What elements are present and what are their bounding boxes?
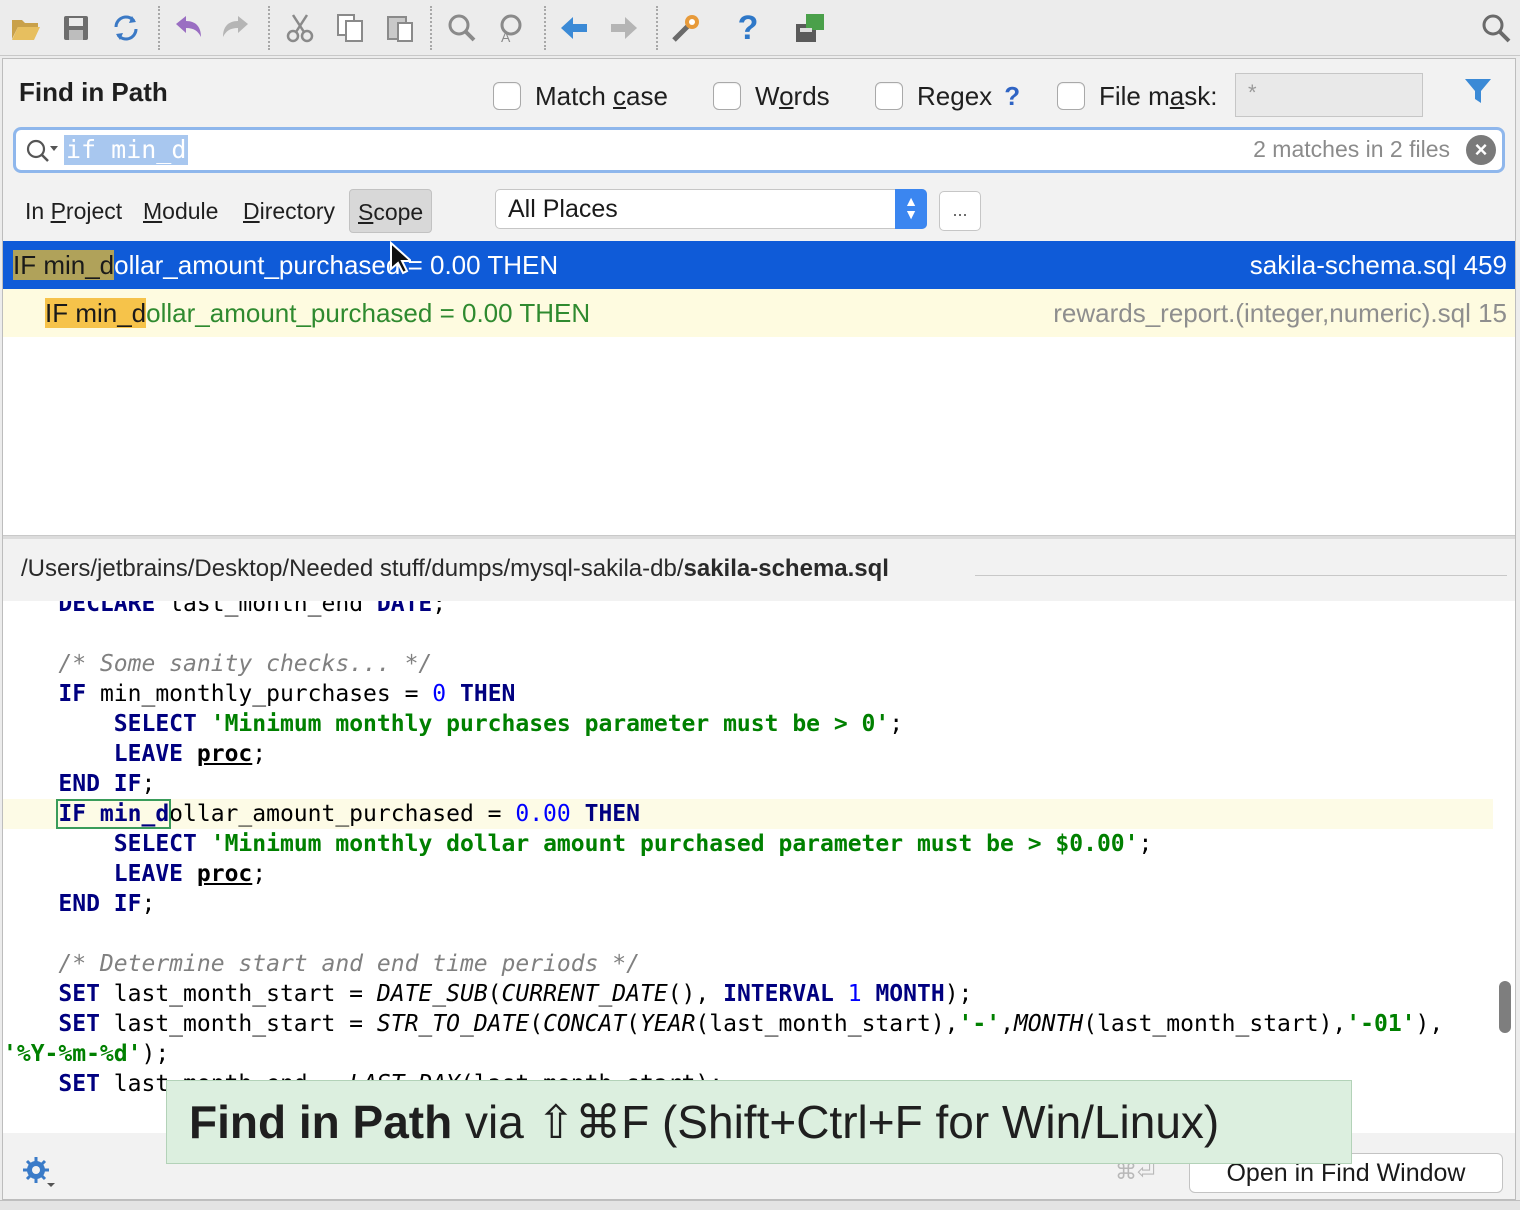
search-input[interactable]: if min_d	[64, 135, 189, 165]
status-bar	[0, 1200, 1520, 1210]
sync-icon[interactable]	[106, 8, 146, 48]
scope-directory[interactable]: Directory	[235, 189, 343, 233]
scrollbar-thumb[interactable]	[1499, 981, 1511, 1033]
code-line-current: IF min_dollar_amount_purchased = 0.00 TH…	[3, 799, 1493, 829]
code-line: LEAVE proc;	[113, 741, 267, 767]
result-row[interactable]: IF min_dollar_amount_purchased = 0.00 TH…	[3, 289, 1515, 337]
scope-select-value: All Places	[508, 195, 618, 223]
search-field[interactable]: if min_d 2 matches in 2 files ×	[13, 127, 1505, 173]
undo-icon[interactable]	[168, 8, 208, 48]
checkbox-box[interactable]	[875, 82, 903, 110]
copy-icon[interactable]	[330, 8, 370, 48]
help-icon[interactable]: ?	[728, 8, 768, 48]
checkbox-box[interactable]	[1057, 82, 1085, 110]
code-line: IF min_monthly_purchases = 0 THEN	[58, 681, 516, 707]
splitter[interactable]	[3, 535, 1515, 539]
find-icon[interactable]	[442, 8, 482, 48]
select-arrows-icon: ▲ ▼	[895, 189, 927, 229]
scope-in-project[interactable]: In Project	[17, 189, 130, 233]
back-icon[interactable]	[554, 8, 594, 48]
file-mask-label: File mask:	[1099, 80, 1218, 111]
code-line: SET last_month_start = DATE_SUB(CURRENT_…	[58, 981, 973, 1007]
code-line: SET last_month_start = STR_TO_DATE(CONCA…	[58, 1011, 1444, 1037]
checkbox-box[interactable]	[713, 82, 741, 110]
checkbox-box[interactable]	[493, 82, 521, 110]
file-mask-input[interactable]: *	[1235, 73, 1423, 117]
settings-tools-icon[interactable]	[666, 8, 706, 48]
divider	[975, 575, 1507, 576]
result-row[interactable]: IF min_dollar_amount_purchased = 0.00 TH…	[3, 240, 1515, 290]
filter-icon[interactable]	[1463, 77, 1493, 110]
database-console-icon[interactable]	[790, 8, 830, 48]
open-folder-icon[interactable]	[6, 8, 46, 48]
scope-module[interactable]: Module	[135, 189, 226, 233]
result-text: IF min_dollar_amount_purchased = 0.00 TH…	[45, 298, 591, 328]
code-line: SELECT 'Minimum monthly purchases parame…	[113, 711, 904, 737]
regex-help-icon[interactable]: ?	[1004, 81, 1020, 112]
svg-text:A: A	[501, 29, 511, 43]
match-highlight: IF min_d	[56, 799, 172, 829]
paste-icon[interactable]	[380, 8, 420, 48]
regex-label: Regex	[917, 80, 993, 111]
result-text: IF min_dollar_amount_purchased = 0.00 TH…	[13, 250, 559, 280]
redo-icon[interactable]	[216, 8, 256, 48]
result-file: sakila-schema.sql 459	[1249, 250, 1507, 280]
cut-icon[interactable]	[280, 8, 320, 48]
forward-icon[interactable]	[604, 8, 644, 48]
words-label: Words	[755, 80, 830, 111]
words-checkbox[interactable]: Words	[713, 79, 830, 113]
results-list: IF min_dollar_amount_purchased = 0.00 TH…	[3, 240, 1515, 535]
code-line: '%Y-%m-%d');	[3, 1041, 170, 1067]
match-case-checkbox[interactable]: Match case	[493, 79, 668, 113]
match-case-label: Match case	[535, 80, 668, 111]
scope-scope[interactable]: Scope	[349, 189, 433, 233]
code-line: SELECT 'Minimum monthly dollar amount pu…	[113, 831, 1153, 857]
mouse-cursor-icon	[389, 240, 414, 290]
search-everywhere-icon[interactable]	[1476, 8, 1516, 48]
match-count: 2 matches in 2 files	[1253, 136, 1450, 162]
tip-banner: Find in Path via ⇧⌘F (Shift+Ctrl+F for W…	[166, 1080, 1352, 1164]
gear-icon[interactable]	[21, 1155, 55, 1194]
code-line: LEAVE proc;	[113, 861, 267, 887]
code-line: DECLARE last_month_end DATE;	[58, 601, 447, 617]
regex-checkbox[interactable]: Regex ?	[875, 79, 1020, 113]
code-line: END IF;	[58, 771, 156, 797]
main-toolbar: A ?	[0, 0, 1520, 56]
code-line: /* Determine start and end time periods …	[58, 951, 640, 977]
more-button[interactable]: ...	[939, 191, 981, 231]
code-line: /* Some sanity checks... */	[58, 651, 433, 677]
code-line: END IF;	[58, 891, 156, 917]
result-file: rewards_report.(integer,numeric).sql 15	[1053, 298, 1507, 328]
clear-icon[interactable]: ×	[1466, 135, 1496, 165]
find-in-path-dialog: Find in Path Match case Words Regex ? Fi…	[2, 58, 1516, 1200]
code-preview[interactable]: DECLARE last_month_end DATE; /* Some san…	[3, 601, 1515, 1133]
replace-icon[interactable]: A	[492, 8, 532, 48]
search-history-icon[interactable]	[24, 136, 60, 171]
file-mask-checkbox[interactable]: File mask:	[1057, 79, 1217, 113]
dialog-title: Find in Path	[19, 77, 168, 107]
scope-select[interactable]: All Places ▲ ▼	[495, 189, 927, 229]
save-icon[interactable]	[56, 8, 96, 48]
preview-file-path: /Users/jetbrains/Desktop/Needed stuff/du…	[21, 555, 889, 582]
